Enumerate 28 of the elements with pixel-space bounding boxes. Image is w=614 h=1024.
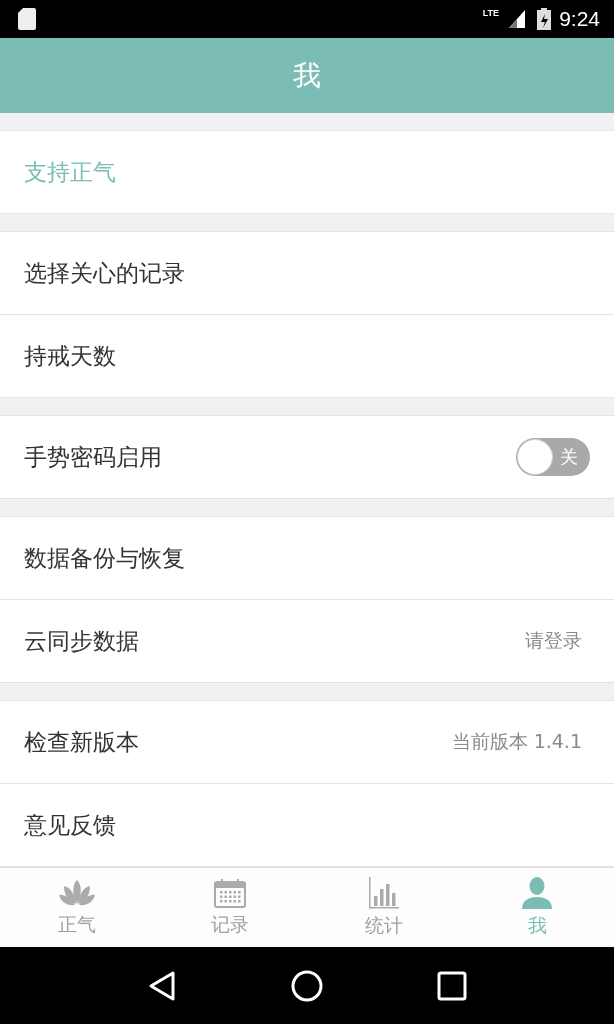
settings-row[interactable]: 持戒天数	[0, 315, 614, 397]
row-label: 数据备份与恢复	[24, 543, 185, 573]
recents-icon[interactable]	[437, 970, 467, 1001]
settings-row[interactable]: 云同步数据 请登录	[0, 600, 614, 682]
row-label: 支持正气	[24, 157, 116, 187]
page-title: 我	[293, 57, 321, 94]
person-icon	[520, 876, 555, 909]
battery-icon	[537, 8, 552, 30]
settings-row[interactable]: 检查新版本 当前版本 1.4.1	[0, 701, 614, 784]
row-label: 云同步数据	[24, 626, 139, 656]
calendar-icon	[214, 877, 247, 908]
sd-card-icon	[18, 8, 36, 30]
network-type: LTE	[482, 8, 500, 18]
back-icon[interactable]	[147, 969, 177, 1002]
row-label: 选择关心的记录	[24, 258, 185, 288]
row-value: 请登录	[525, 628, 582, 653]
home-icon[interactable]	[291, 969, 323, 1002]
clock: 9:24	[559, 7, 600, 31]
row-label: 手势密码启用	[24, 442, 162, 472]
settings-row[interactable]: 数据备份与恢复	[0, 517, 614, 600]
row-label: 检查新版本	[24, 727, 139, 757]
row-label: 意见反馈	[24, 810, 116, 840]
row-value: 当前版本 1.4.1	[451, 729, 582, 754]
settings-row[interactable]: 手势密码启用 关	[0, 416, 614, 498]
settings-row[interactable]: 选择关心的记录	[0, 232, 614, 315]
row-label: 持戒天数	[24, 341, 116, 371]
settings-row[interactable]: 意见反馈	[0, 784, 614, 866]
bar-chart-icon	[367, 876, 400, 909]
